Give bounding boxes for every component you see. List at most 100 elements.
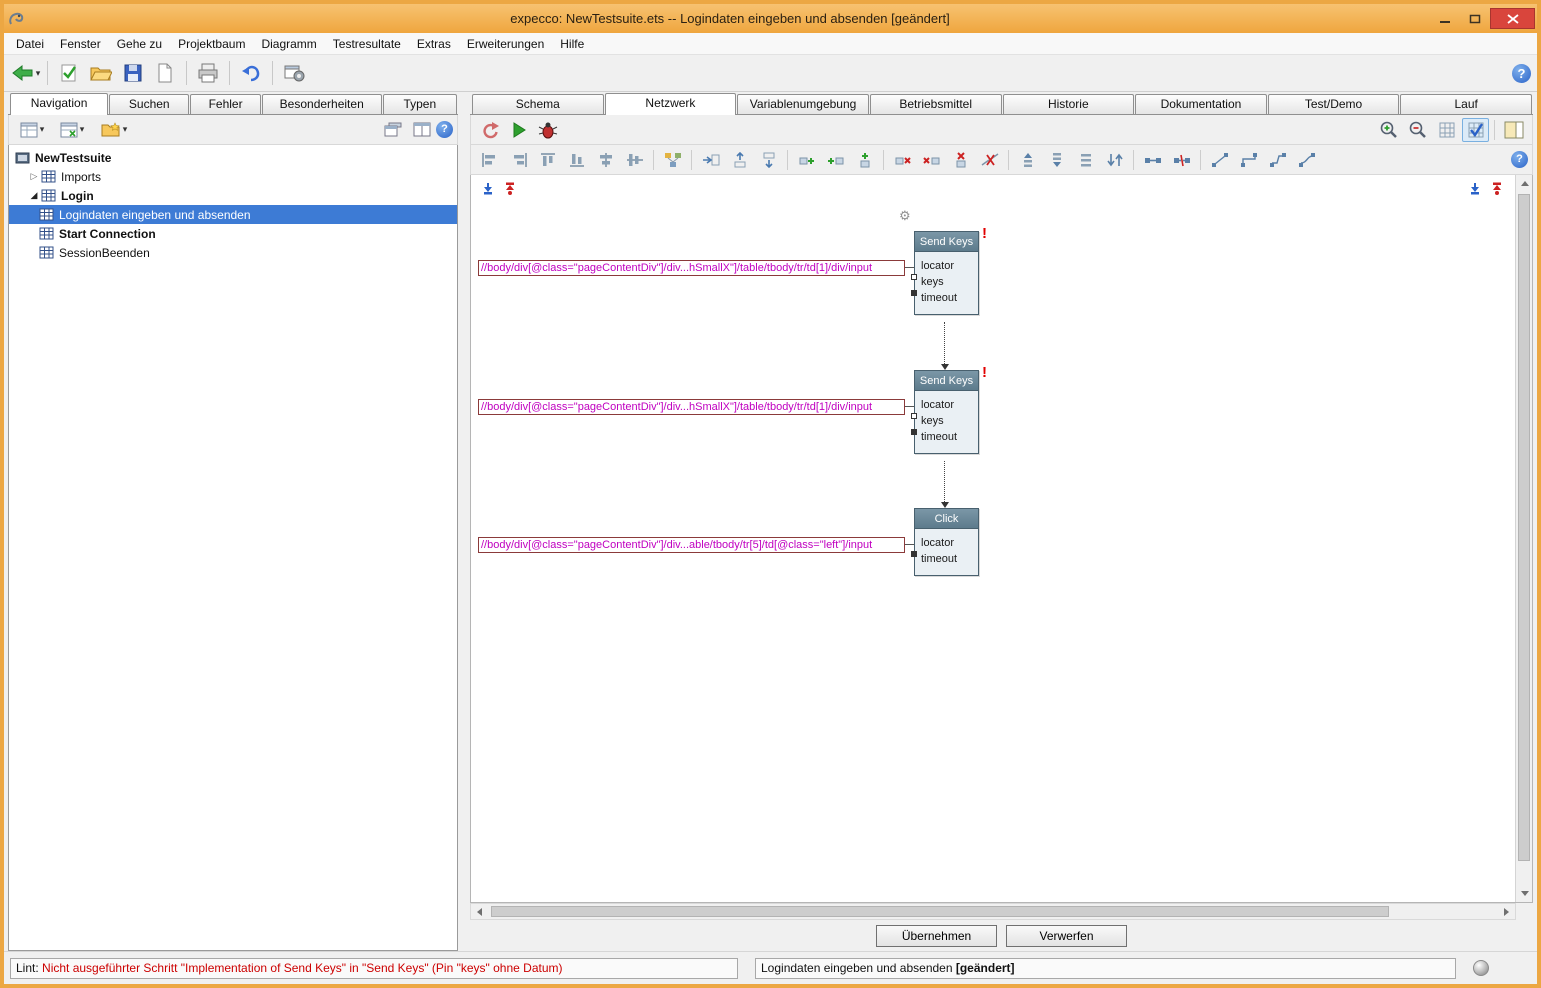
vertical-scrollbar[interactable] bbox=[1515, 175, 1532, 902]
tree-filter-dropdown-icon[interactable]: ▾ bbox=[80, 124, 85, 135]
tab-schema[interactable]: Schema bbox=[472, 94, 604, 114]
scroll-down-button[interactable] bbox=[1516, 885, 1533, 902]
minimize-button[interactable] bbox=[1430, 8, 1460, 29]
vertical-scroll-thumb[interactable] bbox=[1518, 194, 1530, 861]
tab-lauf[interactable]: Lauf bbox=[1400, 94, 1532, 114]
reload-button[interactable] bbox=[476, 118, 503, 142]
check-syntax-button[interactable] bbox=[54, 59, 84, 87]
tree-view-button[interactable]: ▾ bbox=[14, 118, 50, 142]
scroll-right-button[interactable] bbox=[1498, 904, 1515, 919]
titlebar[interactable]: expecco: NewTestsuite.ets -- Logindaten … bbox=[4, 4, 1537, 33]
node-title[interactable]: Click bbox=[915, 509, 978, 529]
expander-expanded-icon[interactable]: ◢ bbox=[27, 190, 41, 201]
tree-item-newtestsuite[interactable]: NewTestsuite bbox=[9, 148, 457, 167]
pin-locator[interactable]: locator bbox=[915, 397, 978, 413]
network-canvas[interactable]: ⚙ //body/div[@class="pageContentDiv"]/di… bbox=[470, 175, 1533, 903]
panel-splitter[interactable] bbox=[458, 92, 470, 951]
snap-to-grid-button[interactable] bbox=[1462, 118, 1489, 142]
new-item-button[interactable]: ▾ bbox=[94, 118, 134, 142]
tab-besonderheiten[interactable]: Besonderheiten bbox=[262, 94, 382, 114]
pin-connector-filled[interactable] bbox=[911, 429, 917, 435]
tab-variablenumgebung[interactable]: Variablenumgebung bbox=[737, 94, 869, 114]
back-button[interactable]: ▾ bbox=[11, 59, 41, 87]
zoom-out-button[interactable] bbox=[1404, 118, 1431, 142]
align-center-horizontal-button[interactable] bbox=[592, 148, 619, 172]
network-help-button[interactable]: ? bbox=[1511, 151, 1528, 168]
node-settings-icon[interactable]: ⚙ bbox=[899, 208, 911, 224]
line-spline-button[interactable] bbox=[1293, 148, 1320, 172]
pin-connector-open[interactable] bbox=[911, 274, 917, 280]
tree-help-button[interactable]: ? bbox=[436, 121, 453, 138]
save-button[interactable] bbox=[118, 59, 148, 87]
node-title[interactable]: Send Keys bbox=[915, 232, 978, 252]
input-anchor-icon[interactable] bbox=[481, 182, 495, 195]
tree-item-imports[interactable]: ▷ Imports bbox=[9, 167, 457, 186]
pin-move-down-button[interactable] bbox=[1043, 148, 1070, 172]
add-input-pin-button[interactable] bbox=[793, 148, 820, 172]
horizontal-scroll-thumb[interactable] bbox=[491, 906, 1389, 917]
move-into-button[interactable] bbox=[697, 148, 724, 172]
tab-test-demo[interactable]: Test/Demo bbox=[1268, 94, 1400, 114]
input-anchor-icon[interactable] bbox=[1468, 182, 1482, 195]
align-center-vertical-button[interactable] bbox=[621, 148, 648, 172]
distribute-vertical-button[interactable] bbox=[1072, 148, 1099, 172]
float-view-button[interactable] bbox=[379, 118, 406, 142]
apply-button[interactable]: Übernehmen bbox=[876, 925, 997, 947]
disconnect-pins-button[interactable] bbox=[1168, 148, 1195, 172]
tree-item-start-connection[interactable]: Start Connection bbox=[9, 224, 457, 243]
pin-connector-filled[interactable] bbox=[911, 290, 917, 296]
pin-move-up-button[interactable] bbox=[1014, 148, 1041, 172]
menu-datei[interactable]: Datei bbox=[8, 35, 52, 53]
remove-pin-button[interactable] bbox=[889, 148, 916, 172]
zoom-in-button[interactable] bbox=[1375, 118, 1402, 142]
undo-button[interactable] bbox=[236, 59, 266, 87]
tree-item-login[interactable]: ◢ Login bbox=[9, 186, 457, 205]
line-straight-button[interactable] bbox=[1206, 148, 1233, 172]
align-right-button[interactable] bbox=[505, 148, 532, 172]
line-polyline-button[interactable] bbox=[1264, 148, 1291, 172]
run-button[interactable] bbox=[505, 118, 532, 142]
pin-locator[interactable]: locator bbox=[915, 258, 978, 274]
tab-fehler[interactable]: Fehler bbox=[190, 94, 260, 114]
align-bottom-button[interactable] bbox=[563, 148, 590, 172]
node-send-keys-2[interactable]: Send Keys locator keys timeout bbox=[914, 370, 979, 454]
tab-netzwerk[interactable]: Netzwerk bbox=[605, 93, 737, 115]
pin-keys[interactable]: keys bbox=[915, 413, 978, 429]
output-anchor-icon[interactable] bbox=[1490, 182, 1504, 195]
tree-item-logindaten[interactable]: Logindaten eingeben und absenden bbox=[9, 205, 457, 224]
align-top-button[interactable] bbox=[534, 148, 561, 172]
move-up-button[interactable] bbox=[726, 148, 753, 172]
move-down-button[interactable] bbox=[755, 148, 782, 172]
pin-timeout[interactable]: timeout bbox=[915, 429, 978, 445]
help-button[interactable]: ? bbox=[1512, 64, 1531, 83]
print-button[interactable] bbox=[193, 59, 223, 87]
project-tree[interactable]: NewTestsuite ▷ Imports ◢ Login Logindate… bbox=[8, 145, 458, 951]
pin-keys[interactable]: keys bbox=[915, 274, 978, 290]
split-view-button[interactable] bbox=[408, 118, 435, 142]
input-value-locator-1[interactable]: //body/div[@class="pageContentDiv"]/div.… bbox=[478, 260, 905, 276]
scroll-up-button[interactable] bbox=[1516, 175, 1533, 192]
menu-fenster[interactable]: Fenster bbox=[52, 35, 109, 53]
tree-filter-button[interactable]: ▾ bbox=[52, 118, 92, 142]
pin-connector-filled[interactable] bbox=[911, 551, 917, 557]
tab-typen[interactable]: Typen bbox=[383, 94, 457, 114]
align-left-button[interactable] bbox=[476, 148, 503, 172]
remove-input-pin-button[interactable] bbox=[918, 148, 945, 172]
menu-erweiterungen[interactable]: Erweiterungen bbox=[459, 35, 552, 53]
open-button[interactable] bbox=[86, 59, 116, 87]
back-dropdown-icon[interactable]: ▾ bbox=[36, 68, 41, 79]
tree-item-sessionbeenden[interactable]: SessionBeenden bbox=[9, 243, 457, 262]
add-output-pin-button[interactable] bbox=[822, 148, 849, 172]
line-elbow-button[interactable] bbox=[1235, 148, 1262, 172]
menu-hilfe[interactable]: Hilfe bbox=[552, 35, 592, 53]
remove-output-pin-button[interactable] bbox=[947, 148, 974, 172]
grid-button[interactable] bbox=[1433, 118, 1460, 142]
tree-view-dropdown-icon[interactable]: ▾ bbox=[40, 124, 45, 135]
tab-suchen[interactable]: Suchen bbox=[109, 94, 189, 114]
menu-testresultate[interactable]: Testresultate bbox=[325, 35, 409, 53]
tab-navigation[interactable]: Navigation bbox=[10, 93, 108, 115]
settings-button[interactable] bbox=[279, 59, 309, 87]
node-title[interactable]: Send Keys bbox=[915, 371, 978, 391]
connect-pins-button[interactable] bbox=[1139, 148, 1166, 172]
output-anchor-icon[interactable] bbox=[503, 182, 517, 195]
